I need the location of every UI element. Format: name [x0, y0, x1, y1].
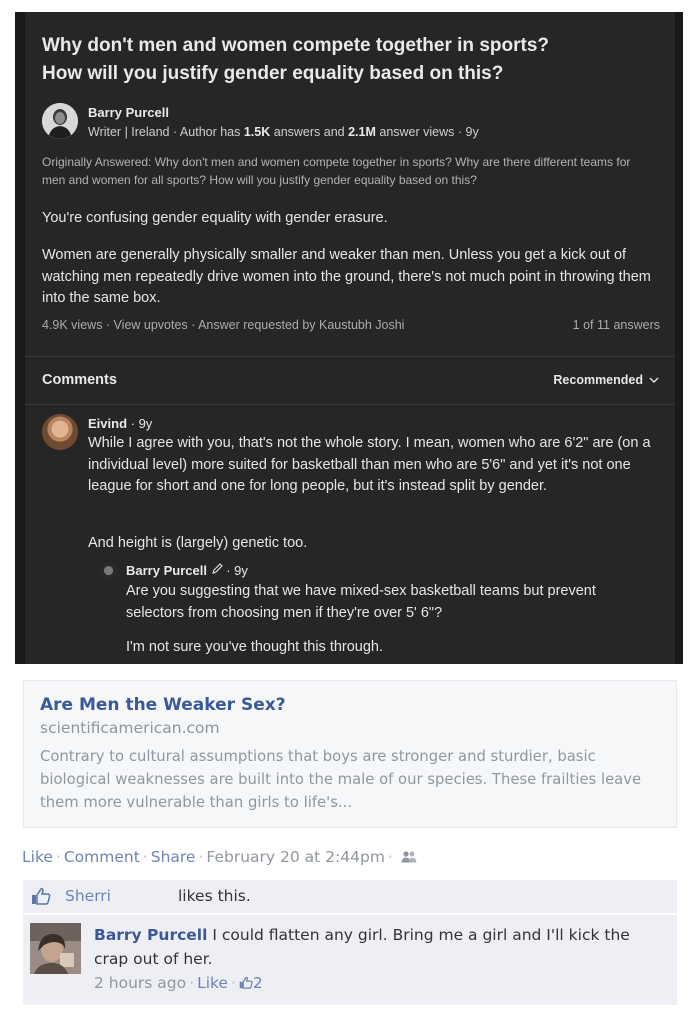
- separator: ·: [198, 848, 204, 866]
- question-title-line2: How will you justify gender equality bas…: [42, 63, 504, 84]
- author-name[interactable]: Barry Purcell: [88, 105, 169, 120]
- fb-commenter-avatar[interactable]: [30, 923, 81, 974]
- liker-name[interactable]: Sherri: [65, 887, 111, 905]
- question-title[interactable]: Why don't men and women compete together…: [42, 32, 662, 88]
- thumbs-up-icon: [239, 975, 253, 989]
- separator: ·: [189, 974, 195, 992]
- quora-screenshot: Why don't men and women compete together…: [15, 12, 683, 664]
- fb-avatar-image: [30, 923, 81, 974]
- reply-time: · 9y: [226, 563, 248, 578]
- author-avatar-image: [42, 103, 78, 139]
- likes-text: likes this.: [178, 887, 251, 905]
- like-button[interactable]: Like: [22, 848, 53, 866]
- commenter-avatar[interactable]: [42, 414, 78, 450]
- post-date[interactable]: February 20 at 2:44pm: [206, 848, 385, 866]
- link-description: Contrary to cultural assumptions that bo…: [40, 748, 642, 811]
- thumbs-up-icon: [31, 887, 51, 905]
- separator: ·: [230, 974, 236, 992]
- comment-author: Eivind · 9y: [88, 416, 152, 431]
- author-cred-mid: answers and: [270, 125, 349, 139]
- answer-paragraph-2: Women are generally physically smaller a…: [42, 247, 651, 306]
- fb-comment-like-button[interactable]: Like: [197, 974, 228, 992]
- link-preview[interactable]: Are Men the Weaker Sex? scientificameric…: [23, 680, 677, 828]
- separator: ·: [55, 848, 61, 866]
- comments-heading: Comments: [42, 372, 117, 388]
- reply-text-2: I'm not sure you've thought this through…: [126, 639, 384, 655]
- likes-row: Sherri likes this.: [23, 880, 677, 913]
- reply-author: Barry Purcell · 9y: [126, 563, 248, 578]
- separator: ·: [142, 848, 148, 866]
- author-avatar[interactable]: [42, 103, 78, 139]
- divider: [25, 356, 675, 357]
- author-credentials: Writer | Ireland · Author has 1.5K answe…: [88, 125, 479, 139]
- answer-stats[interactable]: 4.9K views · View upvotes · Answer reque…: [42, 318, 404, 332]
- fb-comment: Barry Purcell I could flatten any girl. …: [23, 915, 677, 1005]
- originally-answered[interactable]: Originally Answered: Why don't men and w…: [42, 153, 642, 189]
- comment-author-name[interactable]: Eivind: [88, 416, 127, 431]
- post-actions: Like · Comment · Share · February 20 at 2:44pm…: [22, 848, 417, 866]
- comment-button[interactable]: Comment: [64, 848, 140, 866]
- fb-comment-like-count[interactable]: 2: [239, 974, 263, 992]
- fb-comment-author[interactable]: Barry Purcell: [94, 926, 207, 944]
- chevron-down-icon: [649, 373, 659, 387]
- author-cred-prefix: Writer | Ireland · Author has: [88, 125, 244, 139]
- pencil-icon: [211, 563, 227, 578]
- fb-comment-body: Barry Purcell I could flatten any girl. …: [94, 923, 654, 971]
- fb-comment-meta: 2 hours ago · Like · 2: [94, 974, 263, 992]
- comment-time: · 9y: [127, 416, 153, 431]
- fb-comment-time[interactable]: 2 hours ago: [94, 974, 186, 992]
- comment-text: While I agree with you, that's not the w…: [88, 435, 651, 494]
- comment-text-2: And height is (largely) genetic too.: [88, 535, 308, 551]
- divider: [25, 404, 675, 405]
- answer-paragraph-1: You're confusing gender equality with ge…: [42, 210, 388, 226]
- question-title-line1: Why don't men and women compete together…: [42, 35, 549, 56]
- author-answer-count: 1.5K: [243, 125, 271, 139]
- reply-text: Are you suggesting that we have mixed-se…: [126, 583, 596, 621]
- link-domain: scientificamerican.com: [40, 719, 220, 737]
- author-cred-suffix: answer views · 9y: [375, 125, 479, 139]
- separator: ·: [387, 848, 393, 866]
- sort-label: Recommended: [553, 373, 643, 387]
- author-view-count: 2.1M: [348, 125, 376, 139]
- like-count-value: 2: [252, 974, 263, 992]
- link-title[interactable]: Are Men the Weaker Sex?: [40, 695, 286, 715]
- reply-author-name[interactable]: Barry Purcell: [126, 563, 207, 578]
- reply-avatar[interactable]: [100, 563, 117, 580]
- answer-card: Why don't men and women compete together…: [25, 12, 675, 664]
- share-button[interactable]: Share: [151, 848, 196, 866]
- answers-count: 1 of 11 answers: [572, 318, 660, 332]
- audience-friends-icon[interactable]: [396, 848, 417, 866]
- sort-dropdown[interactable]: Recommended: [553, 373, 659, 387]
